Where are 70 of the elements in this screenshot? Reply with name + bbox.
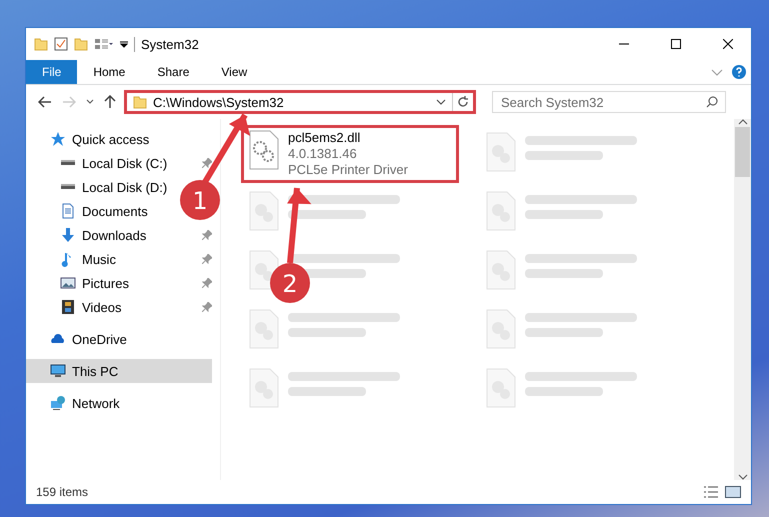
- ribbon-tab[interactable]: View: [205, 60, 264, 84]
- step-number: 1: [192, 187, 208, 215]
- ribbon-tab[interactable]: Share: [141, 60, 206, 84]
- dll-file-icon: [248, 130, 280, 170]
- details-view-icon[interactable]: [703, 485, 719, 499]
- blurred-file-icon: [485, 250, 517, 290]
- computer-icon: [50, 363, 66, 379]
- blurred-file-icon: [248, 309, 280, 349]
- address-bar[interactable]: C:\Windows\System32: [124, 90, 476, 114]
- view-icon[interactable]: [94, 37, 114, 51]
- blurred-file-icon: [248, 368, 280, 408]
- item-count: 159 items: [36, 485, 88, 499]
- back-button[interactable]: [36, 96, 54, 108]
- folder-icon: [34, 38, 48, 50]
- search-field[interactable]: Search System32: [492, 91, 726, 113]
- scroll-up-icon[interactable]: [738, 119, 748, 125]
- sidebar-item[interactable]: This PC: [26, 359, 212, 383]
- window-title: System32: [134, 36, 595, 52]
- caret-icon[interactable]: [120, 40, 128, 48]
- star-icon: [50, 131, 66, 147]
- pin-icon[interactable]: [202, 278, 212, 288]
- sidebar-item[interactable]: Local Disk (D:): [26, 175, 176, 199]
- picture-icon: [60, 275, 76, 291]
- recent-locations-button[interactable]: [84, 99, 96, 105]
- sidebar-item[interactable]: Music: [26, 247, 176, 271]
- pin-icon[interactable]: [202, 230, 212, 240]
- step-marker: [270, 263, 310, 303]
- network-icon: [50, 395, 66, 411]
- new-folder-icon: [74, 38, 88, 50]
- ribbon-tab[interactable]: File: [26, 60, 78, 84]
- minimize-icon: [619, 43, 629, 45]
- large-icons-view-icon[interactable]: [725, 485, 741, 499]
- blurred-file-icon: [485, 191, 517, 231]
- pin-icon[interactable]: [202, 158, 212, 168]
- sidebar-item[interactable]: Pictures: [26, 271, 176, 295]
- ribbon-tab[interactable]: Home: [77, 60, 142, 84]
- properties-icon[interactable]: [54, 37, 68, 51]
- document-icon: [60, 203, 76, 219]
- sidebar-item[interactable]: Videos: [26, 295, 176, 319]
- annotation-arrow: [202, 113, 250, 184]
- drive-icon: [60, 184, 76, 190]
- folder-icon: [133, 96, 147, 108]
- sidebar-item[interactable]: Network: [26, 391, 176, 415]
- film-icon: [60, 299, 76, 315]
- blurred-file-icon: [248, 191, 280, 231]
- step-marker: [180, 180, 220, 220]
- pin-icon[interactable]: [202, 302, 212, 312]
- blurred-file-icon: [485, 132, 517, 172]
- up-button[interactable]: [102, 95, 118, 109]
- sidebar-item[interactable]: Local Disk (C:): [26, 151, 176, 175]
- sidebar-item[interactable]: Quick access: [26, 127, 176, 151]
- blurred-file-icon: [485, 309, 517, 349]
- scroll-thumb[interactable]: [735, 127, 750, 177]
- maximize-icon: [671, 39, 681, 49]
- scroll-down-icon[interactable]: [738, 474, 748, 480]
- file-description: PCL5e Printer Driver: [288, 162, 408, 178]
- sidebar-item[interactable]: Downloads: [26, 223, 176, 247]
- sidebar-item[interactable]: Documents: [26, 199, 176, 223]
- scrollbar[interactable]: [734, 119, 751, 480]
- file-tile[interactable]: pcl5ems2.dll 4.0.1381.46 PCL5e Printer Driver: [241, 125, 459, 183]
- sidebar-item[interactable]: OneDrive: [26, 327, 176, 351]
- download-icon: [60, 227, 76, 243]
- dropdown-icon[interactable]: [436, 98, 446, 106]
- close-icon: [723, 39, 733, 49]
- file-version: 4.0.1381.46: [288, 146, 358, 162]
- blurred-file-icon: [485, 368, 517, 408]
- pin-icon[interactable]: [202, 254, 212, 264]
- file-name: pcl5ems2.dll: [288, 130, 362, 146]
- drive-icon: [60, 160, 76, 166]
- step-number: 2: [282, 270, 298, 298]
